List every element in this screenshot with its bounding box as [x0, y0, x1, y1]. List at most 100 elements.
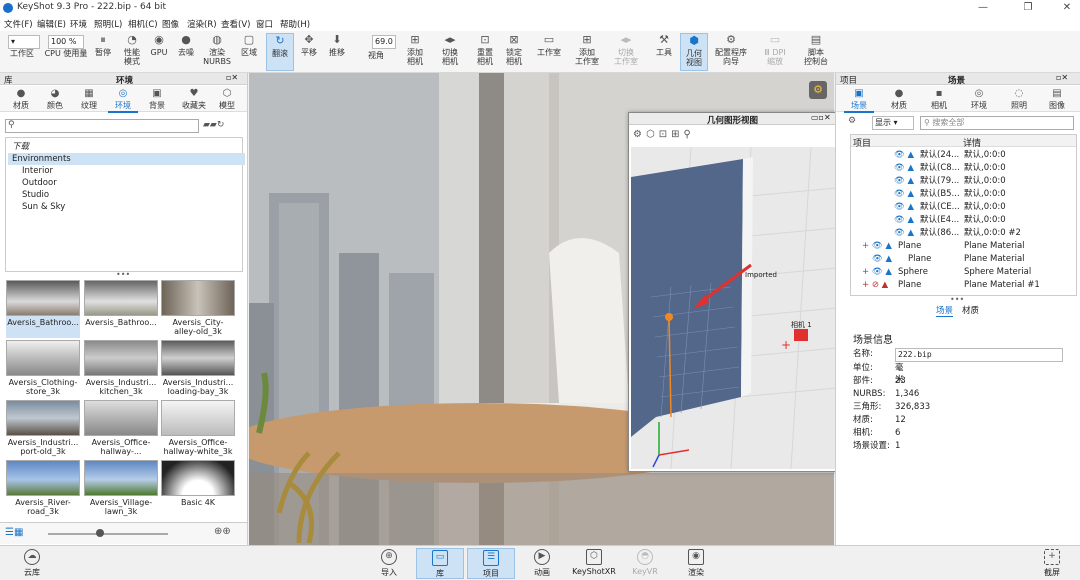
thumbnail-item[interactable]: Aversis_Industri... loading-bay_3k: [161, 340, 235, 398]
visibility-eye-icon[interactable]: 👁 ▲: [894, 162, 914, 175]
tab-environments[interactable]: ◎ 环境: [108, 88, 138, 113]
thumbnail-item[interactable]: Aversis_Industri... kitchen_3k: [84, 340, 158, 398]
workspace-button[interactable]: 工作区: [4, 49, 40, 71]
splitter-handle[interactable]: •••: [950, 295, 964, 304]
pan-button[interactable]: ✥ 平移: [297, 33, 321, 71]
thumbnail-item[interactable]: Aversis_Clothing-store_3k: [6, 340, 80, 398]
tree-item-environments[interactable]: Environments: [8, 153, 245, 165]
minimize-button[interactable]: —: [976, 1, 990, 15]
table-row[interactable]: 👁 ▲ 默认(E4... 默认,0:0:0: [850, 214, 1064, 227]
panel-float-icon[interactable]: ▫✕: [226, 73, 238, 82]
menu-image[interactable]: 图像: [162, 18, 179, 30]
reset-camera-button[interactable]: ⊡ 重置 相机: [472, 33, 498, 71]
performance-mode-button[interactable]: ◔ 性能 模式: [118, 33, 146, 71]
tab-colors[interactable]: ◕ 颜色: [40, 88, 70, 111]
library-search-input[interactable]: ⚲: [5, 119, 199, 133]
menu-window[interactable]: 窗口: [256, 18, 273, 30]
tree-item-interior[interactable]: Interior: [18, 165, 246, 177]
library-button[interactable]: ▭ 库: [416, 548, 464, 579]
render-settings-icon[interactable]: ⚙: [809, 81, 827, 99]
table-row[interactable]: 👁 ▲ 默认(C8... 默认,0:0:0: [850, 162, 1064, 175]
table-row[interactable]: 👁 ▲ 默认(CE... 默认,0:0:0: [850, 201, 1064, 214]
maximize-button[interactable]: ❐: [1021, 1, 1035, 15]
add-camera-button[interactable]: ⊞ 添加 相机: [402, 33, 428, 71]
menu-edit[interactable]: 编辑(E): [37, 18, 66, 30]
tab-material[interactable]: ● 材质: [884, 88, 914, 111]
settings-icon[interactable]: ⚙: [848, 116, 856, 126]
tab-materials[interactable]: ● 材质: [6, 88, 36, 111]
tab-camera[interactable]: ▪ 相机: [924, 88, 954, 111]
geometry-tools-icon[interactable]: ⚙⬡⊡⊞⚲: [633, 129, 695, 140]
tumble-button[interactable]: ↻ 翻滚: [266, 33, 294, 71]
tab-environment[interactable]: ◎ 环境: [964, 88, 994, 111]
tree-item-sun-sky[interactable]: Sun & Sky: [18, 201, 246, 213]
render-nurbs-button[interactable]: ◍ 渲染 NURBS: [202, 33, 232, 71]
visibility-eye-icon[interactable]: 👁 ▲: [894, 214, 914, 227]
visibility-eye-icon[interactable]: 👁 ▲: [872, 253, 892, 266]
tree-item-studio[interactable]: Studio: [18, 189, 246, 201]
view-angle-button[interactable]: 视角: [362, 51, 390, 71]
dolly-button[interactable]: ⬇ 推移: [324, 33, 350, 71]
fov-input[interactable]: 69.0: [372, 35, 396, 49]
table-row[interactable]: 👁 ▲ 默认(79... 默认,0:0:0: [850, 175, 1064, 188]
thumbnail-item[interactable]: Basic 4K: [161, 460, 235, 518]
tree-item-download[interactable]: 下载: [8, 141, 245, 153]
window-controls-icon[interactable]: ▭▫✕: [811, 113, 831, 122]
tab-scene[interactable]: ▣ 场景: [844, 88, 874, 113]
menu-lighting[interactable]: 照明(L): [94, 18, 122, 30]
region-button[interactable]: ▢ 区域: [236, 33, 262, 71]
menu-render[interactable]: 渲染(R): [187, 18, 217, 30]
gpu-button[interactable]: ◉ GPU: [148, 33, 170, 71]
tab-image[interactable]: ▤ 图像: [1042, 88, 1072, 111]
screenshot-button[interactable]: + 截屏: [1028, 548, 1076, 579]
cloud-library-button[interactable]: ☁ 云库: [8, 548, 56, 579]
geometry-view-titlebar[interactable]: 几何图形视图 ▭▫✕: [629, 113, 848, 126]
add-studio-button[interactable]: ⊞ 添加 工作室: [570, 33, 604, 71]
visibility-eye-icon[interactable]: + 👁 ▲: [862, 240, 892, 253]
studio-button[interactable]: ▭ 工作室: [533, 33, 565, 71]
visibility-eye-icon[interactable]: 👁 ▲: [894, 227, 914, 240]
table-row[interactable]: + 👁 ▲ Sphere Sphere Material: [850, 266, 1064, 279]
denoise-button[interactable]: ● 去噪: [173, 33, 199, 71]
menu-file[interactable]: 文件(F): [4, 18, 33, 30]
table-row[interactable]: 👁 ▲ Plane Plane Material: [850, 253, 1064, 266]
visibility-eye-icon[interactable]: 👁 ▲: [894, 149, 914, 162]
list-view-icon[interactable]: ☰▦: [5, 527, 23, 538]
tab-lighting[interactable]: ◌ 照明: [1004, 88, 1034, 111]
pause-button[interactable]: ⏸ 暂停: [92, 33, 114, 71]
thumbnail-item[interactable]: Aversis_River-road_3k: [6, 460, 80, 518]
geometry-view-button[interactable]: ⬢ 几何 视图: [680, 33, 708, 71]
menu-help[interactable]: 帮助(H): [280, 18, 310, 30]
keyshotxr-button[interactable]: ⬡ KeyShotXR: [568, 548, 620, 579]
scene-search-input[interactable]: ⚲ 搜索全部: [920, 116, 1074, 130]
geometry-view-canvas[interactable]: Imported 相机 1 +: [631, 147, 847, 469]
close-button[interactable]: ✕: [1060, 1, 1074, 15]
filter-dropdown[interactable]: 显示 ▾: [872, 116, 914, 130]
thumbnail-item[interactable]: Aversis_Industri... port-old_3k: [6, 400, 80, 458]
thumbnail-item[interactable]: Aversis_City-alley-old_3k: [161, 280, 235, 338]
tab-textures[interactable]: ▦ 纹理: [74, 88, 104, 111]
switch-camera-button[interactable]: ◂▸ 切换 相机: [435, 33, 465, 71]
thumbnail-item[interactable]: Aversis_Office-hallway-...: [84, 400, 158, 458]
visibility-eye-icon[interactable]: + 👁 ▲: [862, 266, 892, 279]
table-row[interactable]: 👁 ▲ 默认(24... 默认,0:0:0: [850, 149, 1064, 162]
panel-float-icon[interactable]: ▫✕: [1056, 73, 1068, 82]
subtab-scene[interactable]: 场景: [936, 304, 954, 317]
switch-studio-button[interactable]: ◂▸ 切换 工作室: [609, 33, 643, 71]
table-row[interactable]: 👁 ▲ 默认(B5... 默认,0:0:0: [850, 188, 1064, 201]
tab-favorites[interactable]: ♥ 收藏夹: [176, 88, 212, 111]
visibility-eye-icon[interactable]: 👁 ▲: [894, 201, 914, 214]
dpi-zoom-button[interactable]: ▭ Ⅲ DPI 缩放: [760, 33, 790, 71]
thumbnail-item[interactable]: Aversis_Bathroo...: [6, 280, 80, 338]
thumbnail-item[interactable]: Aversis_Office-hallway-white_3k: [161, 400, 235, 458]
tab-models[interactable]: ⬡ 模型: [212, 88, 242, 111]
keyvr-button[interactable]: ◓ KeyVR: [621, 548, 669, 579]
scene-name-field[interactable]: 222.bip: [895, 348, 1063, 362]
cpu-usage-button[interactable]: CPU 使用量: [42, 49, 90, 71]
subtab-material[interactable]: 材质: [962, 304, 979, 316]
import-button[interactable]: ⊕ 导入: [365, 548, 413, 579]
menu-camera[interactable]: 相机(C): [128, 18, 158, 30]
cpu-dropdown[interactable]: 100 %: [48, 35, 84, 49]
configurator-wizard-button[interactable]: ⚙ 配置程序 向导: [711, 33, 751, 71]
hidden-eye-icon[interactable]: + ⊘ ▲: [862, 279, 888, 292]
